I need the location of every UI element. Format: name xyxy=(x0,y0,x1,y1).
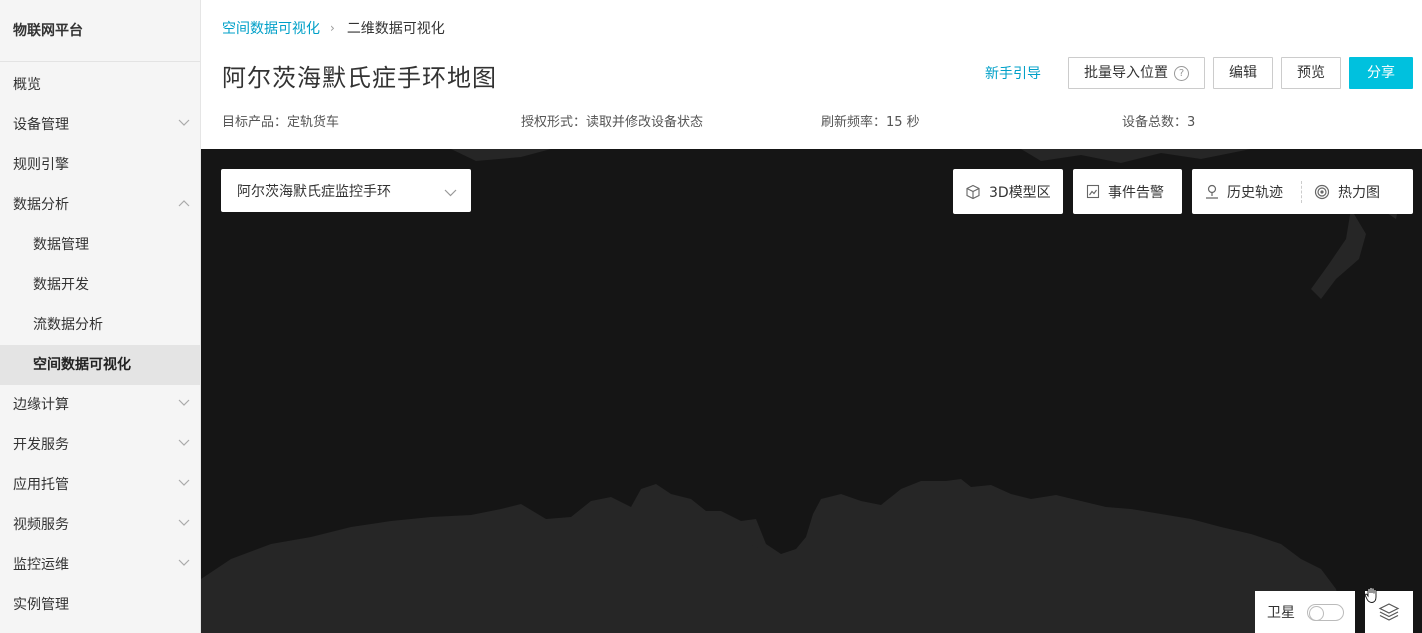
history-track-label: 历史轨迹 xyxy=(1227,184,1283,201)
sidebar-item-label: 数据开发 xyxy=(33,277,89,293)
layers-icon xyxy=(1378,603,1400,621)
sidebar: 物联网平台 概览 设备管理 规则引擎 数据分析 数据管理 数据开发 流数据分析 … xyxy=(0,0,201,633)
chevron-down-icon xyxy=(178,399,190,409)
sidebar-item-app-hosting[interactable]: 应用托管 xyxy=(0,465,200,505)
breadcrumb-separator-icon: › xyxy=(330,21,335,35)
chevron-down-icon xyxy=(178,439,190,449)
event-alarm-button[interactable]: 事件告警 xyxy=(1073,169,1182,214)
device-select-value: 阿尔茨海默氏症监控手环 xyxy=(237,183,391,200)
breadcrumb-current: 二维数据可视化 xyxy=(346,21,445,37)
meta-product: 目标产品：定轨货车 xyxy=(222,115,340,130)
sidebar-item-data-analysis[interactable]: 数据分析 xyxy=(0,185,200,225)
sidebar-item-label: 监控运维 xyxy=(13,557,69,573)
sidebar-item-label: 应用托管 xyxy=(13,477,69,493)
alarm-image-icon xyxy=(1086,184,1100,199)
sidebar-item-label: 设备管理 xyxy=(13,117,69,133)
sidebar-item-label: 边缘计算 xyxy=(13,397,69,413)
heatmap-label: 热力图 xyxy=(1338,184,1380,201)
sidebar-item-label: 概览 xyxy=(13,77,41,93)
sidebar-item-data-development[interactable]: 数据开发 xyxy=(0,265,200,305)
meta-auth: 授权形式：读取并修改设备状态 xyxy=(521,115,704,130)
sidebar-nav: 概览 设备管理 规则引擎 数据分析 数据管理 数据开发 流数据分析 空间数据可视… xyxy=(0,65,200,625)
location-pin-icon xyxy=(1206,184,1218,199)
sidebar-item-stream-analysis[interactable]: 流数据分析 xyxy=(0,305,200,345)
cube-icon xyxy=(966,184,980,199)
sidebar-item-label: 开发服务 xyxy=(13,437,69,453)
chevron-up-icon xyxy=(178,199,190,209)
sidebar-item-video-services[interactable]: 视频服务 xyxy=(0,505,200,545)
model-zone-label: 3D模型区 xyxy=(989,184,1051,201)
brand-title: 物联网平台 xyxy=(0,0,200,62)
satellite-label: 卫星 xyxy=(1267,605,1295,621)
chevron-down-icon xyxy=(178,119,190,129)
sidebar-item-overview[interactable]: 概览 xyxy=(0,65,200,105)
share-button[interactable]: 分享 xyxy=(1349,57,1413,89)
chevron-down-icon xyxy=(178,479,190,489)
map-landmass xyxy=(201,149,1401,633)
batch-import-label: 批量导入位置 xyxy=(1084,65,1168,81)
chevron-down-icon xyxy=(178,559,190,569)
heatmap-icon xyxy=(1314,184,1330,199)
satellite-toggle[interactable] xyxy=(1307,603,1344,621)
chevron-down-icon xyxy=(444,185,457,201)
edit-button[interactable]: 编辑 xyxy=(1213,57,1273,89)
batch-import-button[interactable]: 批量导入位置 ? xyxy=(1068,57,1205,89)
chevron-down-icon xyxy=(178,519,190,529)
meta-total: 设备总数：3 xyxy=(1122,115,1196,130)
sidebar-item-label: 空间数据可视化 xyxy=(33,357,131,373)
model-zone-item: 3D模型区 xyxy=(965,182,1051,202)
toolbar-divider xyxy=(1301,180,1302,203)
sidebar-item-label: 规则引擎 xyxy=(13,157,69,173)
page-title: 阿尔茨海默氏症手环地图 xyxy=(222,64,497,92)
hand-cursor-icon xyxy=(1364,586,1380,608)
sidebar-item-monitoring-ops[interactable]: 监控运维 xyxy=(0,545,200,585)
sidebar-item-label: 数据管理 xyxy=(33,237,89,253)
sidebar-item-dev-services[interactable]: 开发服务 xyxy=(0,425,200,465)
event-alarm-item: 事件告警 xyxy=(1086,182,1164,202)
breadcrumb-parent-link[interactable]: 空间数据可视化 xyxy=(222,18,320,38)
sidebar-item-label: 实例管理 xyxy=(13,597,69,613)
sidebar-item-edge-computing[interactable]: 边缘计算 xyxy=(0,385,200,425)
sidebar-item-label: 数据分析 xyxy=(13,197,69,213)
satellite-toggle-panel: 卫星 xyxy=(1255,591,1355,633)
preview-button[interactable]: 预览 xyxy=(1281,57,1341,89)
main-content: 空间数据可视化 › 二维数据可视化 阿尔茨海默氏症手环地图 新手引导 批量导入位… xyxy=(201,0,1422,633)
event-alarm-label: 事件告警 xyxy=(1108,184,1164,201)
device-select[interactable]: 阿尔茨海默氏症监控手环 xyxy=(221,169,471,212)
sidebar-item-rule-engine[interactable]: 规则引擎 xyxy=(0,145,200,185)
map-canvas[interactable]: 阿尔茨海默氏症监控手环 3D模型区 事件告警 历史轨迹 热力图 卫星 xyxy=(201,149,1422,633)
header-actions: 新手引导 批量导入位置 ? 编辑 预览 分享 xyxy=(985,57,1413,89)
track-heatmap-toolbar: 历史轨迹 热力图 xyxy=(1192,169,1413,214)
guide-link[interactable]: 新手引导 xyxy=(985,63,1041,83)
breadcrumb: 空间数据可视化 › 二维数据可视化 xyxy=(222,18,445,38)
meta-refresh: 刷新频率：15 秒 xyxy=(821,115,920,130)
sidebar-item-instance-management[interactable]: 实例管理 xyxy=(0,585,200,625)
sidebar-item-spatial-visualization[interactable]: 空间数据可视化 xyxy=(0,345,200,385)
history-track-button[interactable]: 历史轨迹 xyxy=(1205,182,1283,202)
model-zone-button[interactable]: 3D模型区 xyxy=(953,169,1063,214)
sidebar-item-label: 流数据分析 xyxy=(33,317,103,333)
help-icon[interactable]: ? xyxy=(1174,65,1189,81)
sidebar-item-data-management[interactable]: 数据管理 xyxy=(0,225,200,265)
heatmap-button[interactable]: 热力图 xyxy=(1314,182,1380,202)
sidebar-item-label: 视频服务 xyxy=(13,517,69,533)
sidebar-item-device-management[interactable]: 设备管理 xyxy=(0,105,200,145)
